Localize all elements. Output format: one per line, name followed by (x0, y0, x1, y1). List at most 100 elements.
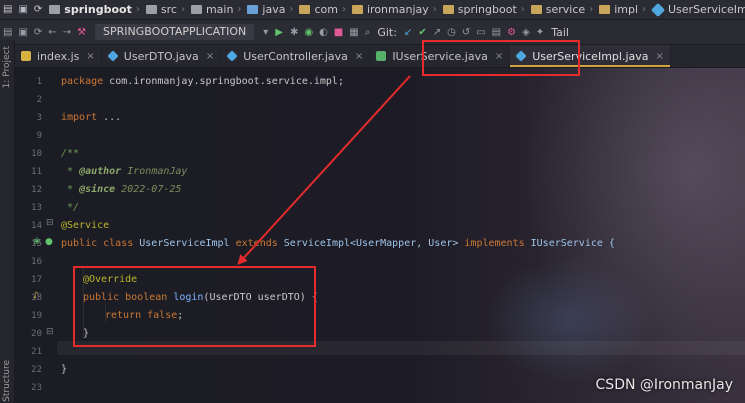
implements-marker-icon[interactable]: ● (45, 237, 53, 247)
ide-settings-icon[interactable]: ▤ (492, 27, 501, 38)
code-line-return: return false; (105, 310, 183, 322)
tab-iuserservice-java[interactable]: IUserService.java × (370, 45, 511, 67)
code-line-service-annotation: @Service (61, 220, 110, 231)
search-icon[interactable]: ⌕ (365, 27, 371, 38)
breadcrumb-class[interactable]: UserServiceImpl (668, 3, 745, 16)
left-tool-window-strip: 1: Project Structure (0, 40, 15, 403)
keyword: public (61, 238, 98, 249)
project-tool-window-tab[interactable]: 1: Project (2, 46, 14, 88)
tab-userserviceimpl-java[interactable]: UserServiceImpl.java × (510, 45, 671, 67)
open-icon[interactable]: ▤ (3, 27, 12, 38)
breadcrumb-impl[interactable]: impl (614, 3, 638, 16)
javadoc-value: 2022-07-25 (115, 184, 182, 195)
git-push-icon[interactable]: ↗ (433, 27, 441, 38)
package-path: com.ironmanjay.springboot.service.impl; (103, 76, 344, 87)
save-all-icon[interactable]: ▣ (18, 27, 27, 38)
javadoc-value: IronmanJay (121, 166, 188, 177)
breadcrumb-com[interactable]: com (314, 3, 338, 16)
breadcrumb-java[interactable]: java (262, 3, 285, 16)
tab-label: UserDTO.java (123, 49, 199, 63)
breadcrumb-ironmanjay[interactable]: ironmanjay (367, 3, 429, 16)
git-label: Git: (377, 25, 397, 39)
coverage-icon[interactable]: ◉ (304, 27, 313, 38)
settings-gear-icon[interactable]: ⚙ (507, 27, 516, 38)
java-class-icon (226, 50, 238, 62)
line-number: 17 (31, 275, 42, 285)
code-line-override-annotation: @Override (83, 274, 138, 285)
breadcrumb-service[interactable]: service (546, 3, 585, 16)
tab-userdto-java[interactable]: UserDTO.java × (102, 45, 222, 67)
class-name: UserServiceImpl (133, 238, 236, 249)
code-line-import: import ... (61, 112, 121, 124)
run-configuration-select[interactable]: SPRINGBOOTAPPLICATION (95, 24, 255, 40)
breadcrumb-separator-icon: › (237, 4, 242, 15)
editor-gutter[interactable]: 1 2 3 9 10 11 12 13 14 15 16 17 18 19 20… (15, 68, 57, 403)
git-commit-icon[interactable]: ✔ (418, 27, 426, 38)
breadcrumb-project[interactable]: springboot (64, 3, 132, 16)
tail-label[interactable]: Tail (551, 26, 569, 39)
code-line-method-close: } (83, 328, 90, 339)
project-structure-icon[interactable]: ▦ (349, 27, 358, 38)
code-line-method-declaration: public boolean login(UserDTO userDTO) { (83, 292, 318, 304)
git-update-icon[interactable]: ↙ (404, 27, 412, 38)
save-icon[interactable]: ▣ (18, 4, 27, 16)
forward-icon[interactable]: → (63, 27, 71, 38)
menu-icon[interactable]: ▤ (3, 4, 12, 16)
breadcrumb-src[interactable]: src (161, 3, 177, 16)
run-icon[interactable]: ▶ (275, 27, 283, 38)
back-icon[interactable]: ← (48, 27, 56, 38)
java-class-icon (107, 50, 119, 62)
package-icon (599, 5, 611, 14)
method-name: login (173, 292, 204, 303)
theme-icon[interactable]: ◈ (522, 27, 530, 38)
history-icon[interactable]: ◷ (447, 27, 456, 38)
fold-icon[interactable]: ⊟ (46, 218, 54, 228)
javadoc-tag: @author (79, 166, 122, 177)
breadcrumb-separator-icon: › (589, 4, 594, 15)
close-icon[interactable]: × (206, 51, 214, 62)
translate-icon[interactable]: ▭ (476, 27, 485, 38)
javadoc-tag: @since (79, 184, 116, 195)
code-line-class-declaration: public class UserServiceImpl extends Ser… (61, 238, 615, 250)
dropdown-icon[interactable]: ▾ (263, 27, 268, 38)
debug-icon[interactable]: ✱ (290, 27, 298, 38)
breadcrumb-main[interactable]: main (206, 3, 233, 16)
breadcrumb-separator-icon: › (180, 4, 185, 15)
collapsed-imports[interactable]: ... (97, 112, 121, 123)
code-line-comment-start: /** (61, 148, 80, 159)
comment-star: * (61, 166, 80, 177)
structure-tool-window-tab[interactable]: Structure (2, 360, 14, 402)
code-line-author: * @author IronmanJay (61, 166, 187, 178)
line-number: 2 (36, 95, 42, 105)
breadcrumb-separator-icon: › (642, 4, 646, 15)
close-icon[interactable]: × (86, 51, 94, 62)
close-icon[interactable]: × (495, 51, 503, 62)
breadcrumb-separator-icon: › (289, 4, 294, 15)
fold-icon[interactable]: ⊟ (46, 327, 54, 337)
build-hammer-icon[interactable]: ⚒ (77, 27, 86, 38)
sync-icon[interactable]: ⟳ (34, 4, 42, 16)
stop-icon[interactable]: ■ (334, 27, 343, 38)
rollback-icon[interactable]: ↺ (462, 27, 470, 38)
breadcrumb-separator-icon: › (432, 4, 437, 15)
spring-bean-icon[interactable]: ❀ (33, 237, 41, 247)
profile-icon[interactable]: ◐ (319, 27, 328, 38)
watermark: CSDN @IronmanJay (595, 377, 733, 393)
plugin-icon[interactable]: ✦ (536, 27, 544, 38)
code-line-comment-end: */ (61, 202, 80, 213)
breadcrumb-springboot[interactable]: springboot (458, 3, 517, 16)
code-editor[interactable]: package com.ironmanjay.springboot.servic… (57, 68, 745, 403)
keyword: return (105, 310, 142, 321)
tab-label: UserController.java (243, 49, 348, 63)
close-icon[interactable]: × (656, 51, 664, 62)
class-icon (650, 2, 666, 17)
line-number: 1 (36, 77, 42, 87)
tab-index-js[interactable]: index.js × (15, 45, 102, 67)
close-icon[interactable]: × (355, 51, 363, 62)
refresh-icon[interactable]: ⟳ (34, 27, 42, 38)
tab-usercontroller-java[interactable]: UserController.java × (221, 45, 371, 67)
line-number: 9 (36, 131, 42, 141)
line-number: 10 (31, 149, 42, 159)
package-icon (442, 5, 454, 14)
override-marker-icon[interactable]: ♪ (33, 291, 39, 301)
